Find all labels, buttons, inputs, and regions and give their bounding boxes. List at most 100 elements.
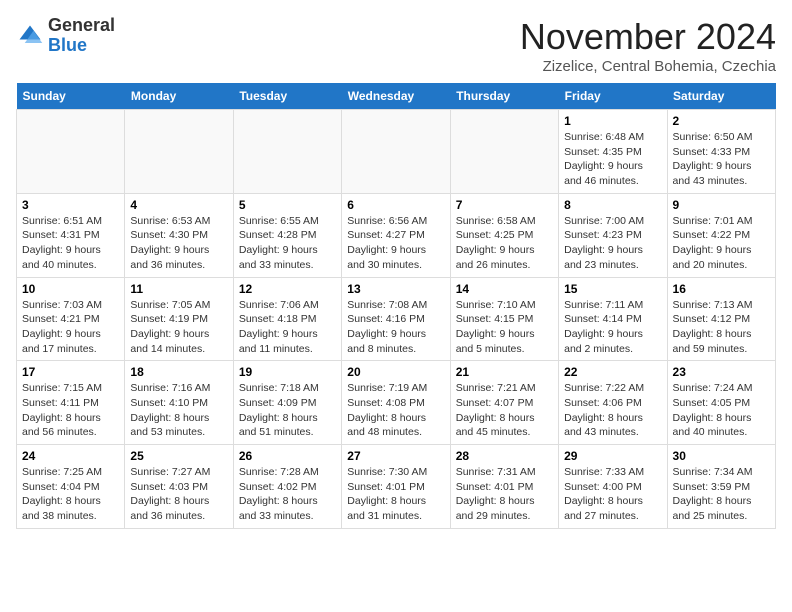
- weekday-sunday: Sunday: [17, 83, 125, 110]
- day-number: 17: [22, 365, 119, 379]
- day-cell: [342, 110, 450, 194]
- day-info: Sunrise: 7:00 AM Sunset: 4:23 PM Dayligh…: [564, 214, 661, 273]
- logo-blue-text: Blue: [48, 35, 87, 55]
- day-info: Sunrise: 6:53 AM Sunset: 4:30 PM Dayligh…: [130, 214, 227, 273]
- day-info: Sunrise: 7:27 AM Sunset: 4:03 PM Dayligh…: [130, 465, 227, 524]
- day-cell: 3 Sunrise: 6:51 AM Sunset: 4:31 PM Daylig…: [17, 193, 125, 277]
- day-number: 10: [22, 282, 119, 296]
- day-cell: 15 Sunrise: 7:11 AM Sunset: 4:14 PM Dayli…: [559, 277, 667, 361]
- day-info: Sunrise: 7:06 AM Sunset: 4:18 PM Dayligh…: [239, 298, 336, 357]
- calendar-table: SundayMondayTuesdayWednesdayThursdayFrid…: [16, 83, 776, 529]
- day-info: Sunrise: 7:03 AM Sunset: 4:21 PM Dayligh…: [22, 298, 119, 357]
- week-row-5: 24 Sunrise: 7:25 AM Sunset: 4:04 PM Dayli…: [17, 445, 776, 529]
- day-cell: 24 Sunrise: 7:25 AM Sunset: 4:04 PM Dayli…: [17, 445, 125, 529]
- day-info: Sunrise: 7:22 AM Sunset: 4:06 PM Dayligh…: [564, 381, 661, 440]
- day-info: Sunrise: 7:10 AM Sunset: 4:15 PM Dayligh…: [456, 298, 553, 357]
- week-row-4: 17 Sunrise: 7:15 AM Sunset: 4:11 PM Dayli…: [17, 361, 776, 445]
- day-number: 2: [673, 114, 770, 128]
- day-cell: 14 Sunrise: 7:10 AM Sunset: 4:15 PM Dayli…: [450, 277, 558, 361]
- day-number: 9: [673, 198, 770, 212]
- weekday-header-row: SundayMondayTuesdayWednesdayThursdayFrid…: [17, 83, 776, 110]
- day-info: Sunrise: 7:13 AM Sunset: 4:12 PM Dayligh…: [673, 298, 770, 357]
- day-number: 11: [130, 282, 227, 296]
- day-info: Sunrise: 7:25 AM Sunset: 4:04 PM Dayligh…: [22, 465, 119, 524]
- day-number: 28: [456, 449, 553, 463]
- day-number: 1: [564, 114, 661, 128]
- day-info: Sunrise: 7:11 AM Sunset: 4:14 PM Dayligh…: [564, 298, 661, 357]
- day-info: Sunrise: 7:15 AM Sunset: 4:11 PM Dayligh…: [22, 381, 119, 440]
- weekday-thursday: Thursday: [450, 83, 558, 110]
- day-cell: 28 Sunrise: 7:31 AM Sunset: 4:01 PM Dayli…: [450, 445, 558, 529]
- day-number: 26: [239, 449, 336, 463]
- day-info: Sunrise: 6:51 AM Sunset: 4:31 PM Dayligh…: [22, 214, 119, 273]
- day-cell: 12 Sunrise: 7:06 AM Sunset: 4:18 PM Dayli…: [233, 277, 341, 361]
- day-info: Sunrise: 6:55 AM Sunset: 4:28 PM Dayligh…: [239, 214, 336, 273]
- day-number: 3: [22, 198, 119, 212]
- day-info: Sunrise: 7:28 AM Sunset: 4:02 PM Dayligh…: [239, 465, 336, 524]
- day-cell: 6 Sunrise: 6:56 AM Sunset: 4:27 PM Daylig…: [342, 193, 450, 277]
- day-cell: 13Sunrise: 7:08 AM Sunset: 4:16 PM Dayli…: [342, 277, 450, 361]
- day-info: Sunrise: 7:31 AM Sunset: 4:01 PM Dayligh…: [456, 465, 553, 524]
- day-info: Sunrise: 6:48 AM Sunset: 4:35 PM Dayligh…: [564, 130, 661, 189]
- day-cell: 25 Sunrise: 7:27 AM Sunset: 4:03 PM Dayli…: [125, 445, 233, 529]
- day-cell: [450, 110, 558, 194]
- day-info: Sunrise: 6:58 AM Sunset: 4:25 PM Dayligh…: [456, 214, 553, 273]
- day-info: Sunrise: 7:34 AM Sunset: 3:59 PM Dayligh…: [673, 465, 770, 524]
- logo-general-text: General: [48, 15, 115, 35]
- day-number: 22: [564, 365, 661, 379]
- day-info: Sunrise: 7:08 AM Sunset: 4:16 PM Dayligh…: [347, 298, 444, 357]
- weekday-tuesday: Tuesday: [233, 83, 341, 110]
- day-cell: 18Sunrise: 7:16 AM Sunset: 4:10 PM Dayli…: [125, 361, 233, 445]
- day-number: 12: [239, 282, 336, 296]
- day-info: Sunrise: 7:33 AM Sunset: 4:00 PM Dayligh…: [564, 465, 661, 524]
- day-info: Sunrise: 7:05 AM Sunset: 4:19 PM Dayligh…: [130, 298, 227, 357]
- day-cell: 20 Sunrise: 7:19 AM Sunset: 4:08 PM Dayli…: [342, 361, 450, 445]
- day-number: 6: [347, 198, 444, 212]
- day-number: 15: [564, 282, 661, 296]
- logo-icon: [16, 22, 44, 50]
- logo: General Blue: [16, 16, 115, 56]
- day-info: Sunrise: 7:30 AM Sunset: 4:01 PM Dayligh…: [347, 465, 444, 524]
- day-cell: 16 Sunrise: 7:13 AM Sunset: 4:12 PM Dayli…: [667, 277, 775, 361]
- day-number: 20: [347, 365, 444, 379]
- day-cell: 27Sunrise: 7:30 AM Sunset: 4:01 PM Dayli…: [342, 445, 450, 529]
- day-number: 16: [673, 282, 770, 296]
- day-cell: 17 Sunrise: 7:15 AM Sunset: 4:11 PM Dayli…: [17, 361, 125, 445]
- day-info: Sunrise: 7:18 AM Sunset: 4:09 PM Dayligh…: [239, 381, 336, 440]
- day-cell: 19 Sunrise: 7:18 AM Sunset: 4:09 PM Dayli…: [233, 361, 341, 445]
- weekday-friday: Friday: [559, 83, 667, 110]
- day-cell: 1 Sunrise: 6:48 AM Sunset: 4:35 PM Daylig…: [559, 110, 667, 194]
- day-info: Sunrise: 7:16 AM Sunset: 4:10 PM Dayligh…: [130, 381, 227, 440]
- day-number: 4: [130, 198, 227, 212]
- day-cell: [17, 110, 125, 194]
- location: Zizelice, Central Bohemia, Czechia: [520, 58, 776, 75]
- day-number: 24: [22, 449, 119, 463]
- day-cell: 26 Sunrise: 7:28 AM Sunset: 4:02 PM Dayli…: [233, 445, 341, 529]
- day-number: 8: [564, 198, 661, 212]
- week-row-2: 3 Sunrise: 6:51 AM Sunset: 4:31 PM Daylig…: [17, 193, 776, 277]
- day-number: 21: [456, 365, 553, 379]
- day-cell: 23Sunrise: 7:24 AM Sunset: 4:05 PM Dayli…: [667, 361, 775, 445]
- week-row-3: 10 Sunrise: 7:03 AM Sunset: 4:21 PM Dayli…: [17, 277, 776, 361]
- day-number: 25: [130, 449, 227, 463]
- day-cell: [125, 110, 233, 194]
- day-cell: 21 Sunrise: 7:21 AM Sunset: 4:07 PM Dayli…: [450, 361, 558, 445]
- day-cell: 10 Sunrise: 7:03 AM Sunset: 4:21 PM Dayli…: [17, 277, 125, 361]
- day-number: 29: [564, 449, 661, 463]
- day-cell: 8 Sunrise: 7:00 AM Sunset: 4:23 PM Daylig…: [559, 193, 667, 277]
- day-cell: 11 Sunrise: 7:05 AM Sunset: 4:19 PM Dayli…: [125, 277, 233, 361]
- day-info: Sunrise: 6:56 AM Sunset: 4:27 PM Dayligh…: [347, 214, 444, 273]
- day-cell: 4 Sunrise: 6:53 AM Sunset: 4:30 PM Daylig…: [125, 193, 233, 277]
- day-cell: 22 Sunrise: 7:22 AM Sunset: 4:06 PM Dayli…: [559, 361, 667, 445]
- day-info: Sunrise: 7:19 AM Sunset: 4:08 PM Dayligh…: [347, 381, 444, 440]
- month-title: November 2024: [520, 16, 776, 58]
- day-number: 19: [239, 365, 336, 379]
- title-area: November 2024 Zizelice, Central Bohemia,…: [520, 16, 776, 75]
- day-cell: 2Sunrise: 6:50 AM Sunset: 4:33 PM Daylig…: [667, 110, 775, 194]
- header: General Blue November 2024 Zizelice, Cen…: [16, 16, 776, 75]
- day-number: 14: [456, 282, 553, 296]
- day-cell: 9Sunrise: 7:01 AM Sunset: 4:22 PM Daylig…: [667, 193, 775, 277]
- day-number: 7: [456, 198, 553, 212]
- day-info: Sunrise: 7:21 AM Sunset: 4:07 PM Dayligh…: [456, 381, 553, 440]
- weekday-wednesday: Wednesday: [342, 83, 450, 110]
